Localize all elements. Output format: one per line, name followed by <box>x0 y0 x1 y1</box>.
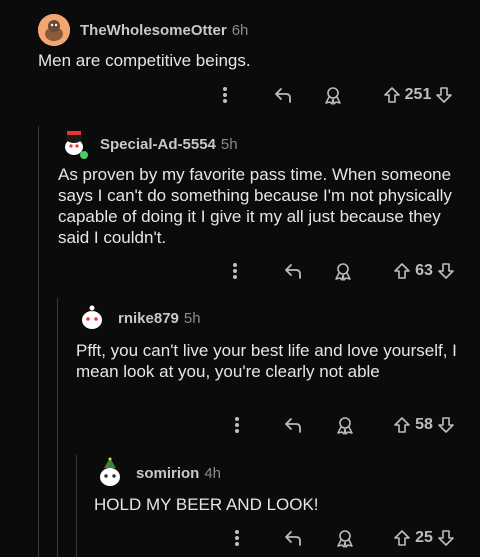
downvote-icon[interactable] <box>437 416 455 434</box>
downvote-icon[interactable] <box>437 529 455 547</box>
comment-body: Pfft, you can't live your best life and … <box>76 341 457 381</box>
snoo-avatar-icon <box>100 457 120 486</box>
comment-actions: 58 <box>0 412 480 438</box>
upvote-icon[interactable] <box>383 86 401 104</box>
upvote-icon[interactable] <box>393 529 411 547</box>
comment-actions: 63 <box>0 258 480 284</box>
snoo-avatar-icon <box>82 305 102 329</box>
timestamp: 6h <box>231 21 249 39</box>
vote-controls: 251 <box>372 82 464 108</box>
timestamp: 5h <box>220 135 238 153</box>
more-options-icon[interactable] <box>226 525 248 551</box>
upvote-icon[interactable] <box>393 416 411 434</box>
username[interactable]: somirion <box>136 465 199 482</box>
upvote-icon[interactable] <box>393 262 411 280</box>
avatar[interactable] <box>58 128 90 160</box>
snoo-avatar-icon <box>38 14 70 46</box>
comment-header: TheWholesomeOtter 6h <box>38 14 248 46</box>
comment-header: rnike879 5h <box>76 302 201 334</box>
comment-header: Special-Ad-5554 5h <box>58 128 238 160</box>
vote-score: 25 <box>415 529 433 546</box>
vote-controls: 58 <box>384 412 464 438</box>
avatar[interactable] <box>76 302 108 334</box>
award-icon[interactable] <box>320 82 346 108</box>
vote-controls: 25 <box>384 525 464 551</box>
downvote-icon[interactable] <box>437 262 455 280</box>
comment-actions: 25 <box>0 525 480 551</box>
vote-controls: 63 <box>384 258 464 284</box>
comment-actions: 251 <box>0 82 480 108</box>
more-options-icon[interactable] <box>214 82 236 108</box>
thread-line-level-1 <box>38 126 39 557</box>
more-options-icon[interactable] <box>224 258 246 284</box>
award-icon[interactable] <box>332 412 358 438</box>
vote-score: 58 <box>415 416 433 433</box>
award-icon[interactable] <box>332 525 358 551</box>
vote-score: 251 <box>404 86 432 103</box>
avatar[interactable] <box>38 14 70 46</box>
timestamp: 5h <box>183 309 201 327</box>
downvote-icon[interactable] <box>435 86 453 104</box>
timestamp: 4h <box>204 464 222 482</box>
comment-header: somirion 4h <box>94 457 221 489</box>
username[interactable]: rnike879 <box>118 310 179 327</box>
reply-icon[interactable] <box>280 258 306 284</box>
award-icon[interactable] <box>330 258 356 284</box>
more-options-icon[interactable] <box>226 412 248 438</box>
avatar[interactable] <box>94 457 126 489</box>
vote-score: 63 <box>415 262 433 279</box>
comment-body: As proven by my favorite pass time. When… <box>58 165 452 247</box>
reply-icon[interactable] <box>270 82 296 108</box>
comment-body: Men are competitive beings. <box>38 51 251 70</box>
username[interactable]: TheWholesomeOtter <box>80 22 227 39</box>
comment-body: HOLD MY BEER AND LOOK! <box>94 495 319 514</box>
reply-icon[interactable] <box>280 525 306 551</box>
username[interactable]: Special-Ad-5554 <box>100 136 216 153</box>
snoo-avatar-icon <box>65 131 88 159</box>
reply-icon[interactable] <box>280 412 306 438</box>
